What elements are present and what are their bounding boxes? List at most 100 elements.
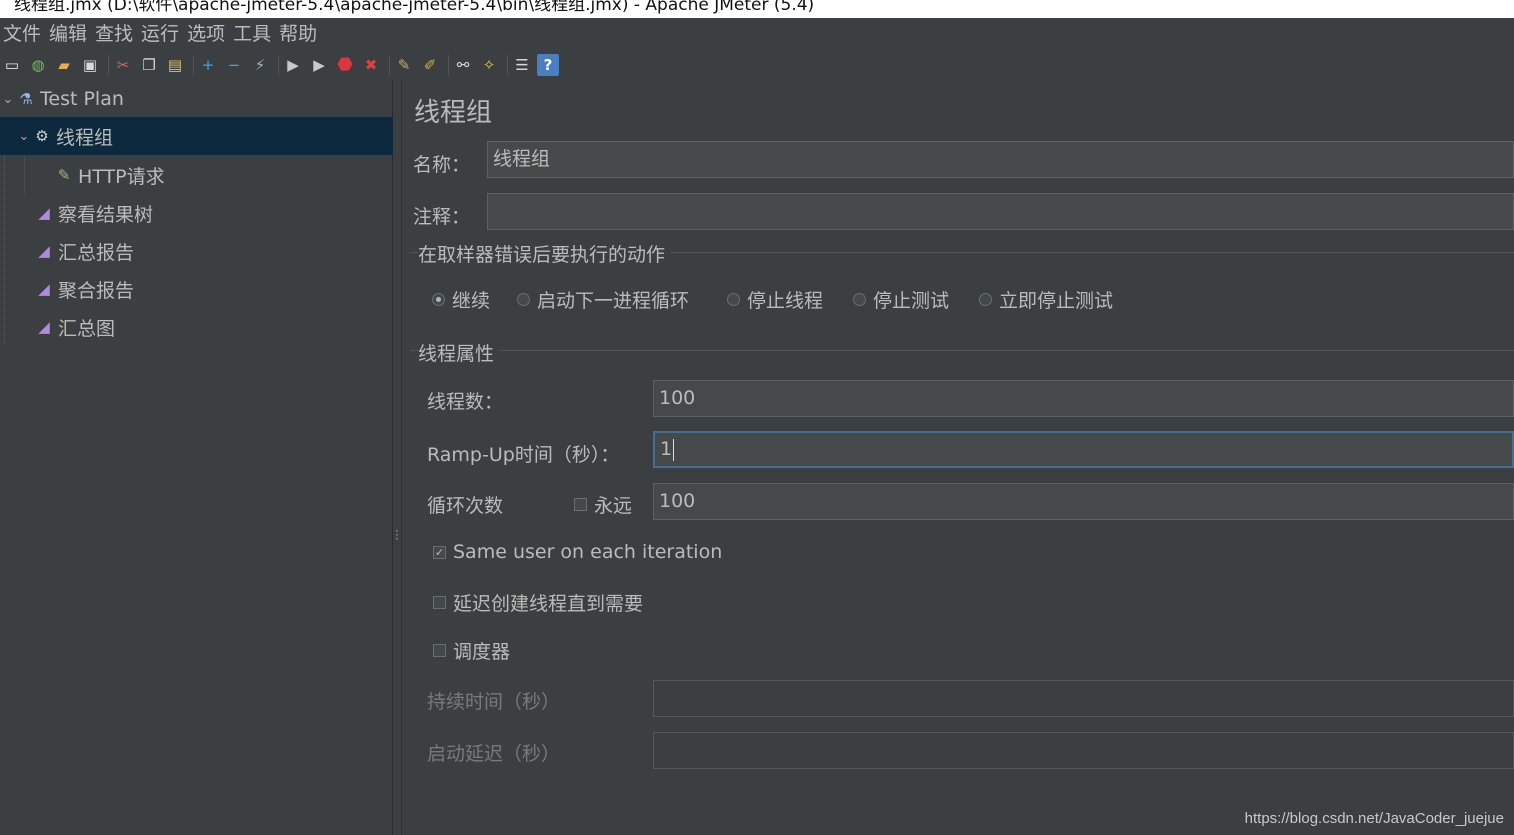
startup-delay-label: 启动延迟（秒） [427, 743, 561, 765]
save-icon[interactable]: ▣ [79, 54, 101, 76]
tree-item-http-request[interactable]: ✎ HTTP请求 [0, 156, 393, 194]
tree-item-label: HTTP请求 [78, 165, 165, 188]
watermark: https://blog.csdn.net/JavaCoder_juejue [1244, 810, 1504, 827]
open-icon[interactable]: ▰ [53, 54, 75, 76]
comment-field[interactable] [487, 193, 1514, 230]
splitter-grip-icon[interactable]: · · · [395, 525, 399, 545]
loop-count-field[interactable]: 100 [653, 483, 1514, 520]
rampup-value: 1 [660, 438, 673, 460]
checkbox-unchecked-icon [433, 596, 446, 609]
chevron-down-icon[interactable]: ⌄ [0, 92, 16, 107]
duration-label: 持续时间（秒） [427, 691, 561, 713]
window-title-bar: 线程组.jmx (D:\软件\apache-jmeter-5.4\apache-… [0, 0, 1514, 18]
checkbox-checked-icon: ✓ [433, 545, 446, 559]
start-no-pause-icon[interactable]: ▶ [308, 54, 330, 76]
clear-icon[interactable]: ✎ [393, 54, 415, 76]
checkbox-unchecked-icon [433, 644, 446, 657]
tree-item-aggregate-report[interactable]: ◢ 聚合报告 [0, 270, 393, 308]
rampup-field[interactable]: 1 [653, 431, 1514, 468]
tree-item-view-results-tree[interactable]: ◢ 察看结果树 [0, 194, 393, 232]
forever-checkbox[interactable]: 永远 [574, 491, 632, 518]
delay-thread-creation-checkbox[interactable]: 延迟创建线程直到需要 [433, 589, 643, 616]
menu-bar: 文件 编辑 查找 运行 选项 工具 帮助 [0, 18, 1514, 51]
radio-selected-icon [432, 293, 445, 306]
stop-icon[interactable]: ⬣ [334, 54, 356, 76]
page-title: 线程组 [414, 98, 493, 128]
radio-start-next-loop[interactable]: 启动下一进程循环 [517, 286, 689, 313]
toolbar-separator [448, 55, 449, 75]
search-icon[interactable]: ⚯ [452, 54, 474, 76]
threads-field[interactable]: 100 [653, 380, 1514, 417]
rampup-label: Ramp-Up时间（秒）： [427, 444, 620, 466]
shutdown-icon[interactable]: ✖ [360, 54, 382, 76]
gear-icon: ⚙ [35, 127, 49, 145]
help-icon[interactable]: ? [537, 54, 559, 76]
function-helper-icon[interactable]: ☰ [511, 54, 533, 76]
radio-stop-test-now[interactable]: 立即停止测试 [979, 286, 1113, 313]
scheduler-checkbox[interactable]: 调度器 [433, 637, 510, 664]
name-label: 名称： [413, 154, 471, 176]
toolbar-separator [389, 55, 390, 75]
menu-help[interactable]: 帮助 [276, 18, 320, 51]
tree-item-label: 察看结果树 [58, 203, 154, 226]
clear-all-icon[interactable]: ✐ [419, 54, 441, 76]
startup-delay-field[interactable] [653, 732, 1514, 769]
toolbar-separator [193, 55, 194, 75]
graph-icon: ◢ [38, 318, 50, 336]
copy-icon[interactable]: ❐ [138, 54, 160, 76]
paste-icon[interactable]: ▤ [164, 54, 186, 76]
tree-item-label: 线程组 [56, 126, 114, 149]
tree-item-test-plan[interactable]: ⌄ ⚗ Test Plan [0, 80, 393, 118]
error-action-group-title: 在取样器错误后要执行的动作 [418, 240, 672, 267]
templates-icon[interactable]: ◍ [27, 54, 49, 76]
checkbox-label: 永远 [594, 495, 633, 517]
chevron-down-icon[interactable]: ⌄ [16, 129, 32, 144]
expand-icon[interactable]: + [197, 54, 219, 76]
radio-label: 继续 [452, 290, 491, 312]
new-icon[interactable]: ▭ [1, 54, 23, 76]
menu-run[interactable]: 运行 [138, 18, 182, 51]
menu-tools[interactable]: 工具 [230, 18, 274, 51]
toolbar-separator [108, 55, 109, 75]
comment-label: 注释： [413, 206, 471, 228]
tree-item-label: 聚合报告 [58, 279, 135, 302]
same-user-checkbox[interactable]: ✓ Same user on each iteration [433, 541, 722, 563]
checkbox-label: Same user on each iteration [453, 541, 723, 563]
tree-item-label: 汇总图 [58, 317, 116, 340]
tree-item-summary-report[interactable]: ◢ 汇总报告 [0, 232, 393, 270]
graph-icon: ◢ [38, 242, 50, 260]
duration-field[interactable] [653, 680, 1514, 717]
radio-continue[interactable]: 继续 [432, 286, 490, 313]
tree-item-summary-graph[interactable]: ◢ 汇总图 [0, 308, 393, 346]
graph-icon: ◢ [38, 204, 50, 222]
start-icon[interactable]: ▶ [282, 54, 304, 76]
radio-unselected-icon [727, 293, 740, 306]
checkbox-unchecked-icon [574, 498, 587, 511]
tree-item-thread-group[interactable]: ⌄ ⚙ 线程组 [0, 117, 393, 155]
radio-stop-test[interactable]: 停止测试 [853, 286, 949, 313]
toggle-icon[interactable]: ⚡ [249, 54, 271, 76]
panel-splitter[interactable] [393, 80, 402, 835]
toolbar-separator [507, 55, 508, 75]
radio-label: 停止线程 [747, 290, 824, 312]
radio-unselected-icon [517, 293, 530, 306]
radio-stop-thread[interactable]: 停止线程 [727, 286, 823, 313]
window-title: 线程组.jmx (D:\软件\apache-jmeter-5.4\apache-… [14, 0, 815, 15]
tree-item-label: Test Plan [40, 88, 124, 110]
collapse-icon[interactable]: − [223, 54, 245, 76]
menu-file[interactable]: 文件 [0, 18, 44, 51]
reset-search-icon[interactable]: ✧ [478, 54, 500, 76]
toolbar-separator [278, 55, 279, 75]
radio-unselected-icon [853, 293, 866, 306]
group-border [410, 350, 1514, 351]
menu-search[interactable]: 查找 [92, 18, 136, 51]
cut-icon[interactable]: ✂ [112, 54, 134, 76]
checkbox-label: 延迟创建线程直到需要 [453, 593, 644, 615]
flask-icon: ⚗ [19, 90, 33, 108]
loop-count-label: 循环次数 [427, 495, 504, 517]
menu-edit[interactable]: 编辑 [46, 18, 90, 51]
menu-options[interactable]: 选项 [184, 18, 228, 51]
radio-unselected-icon [979, 293, 992, 306]
name-field[interactable]: 线程组 [487, 141, 1514, 178]
thread-group-panel: 线程组 名称： 线程组 注释： 在取样器错误后要执行的动作 继续 启动下一进程循… [402, 80, 1514, 835]
